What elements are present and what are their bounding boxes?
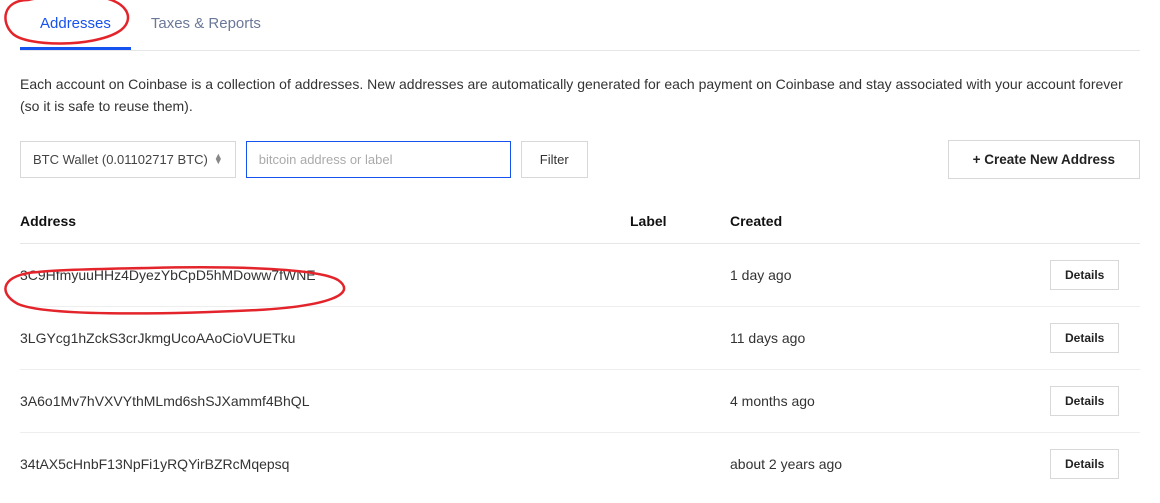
header-label: Label (630, 213, 730, 229)
table-header: Address Label Created (20, 199, 1140, 244)
create-address-button[interactable]: + Create New Address (948, 140, 1140, 179)
address-cell: 3A6o1Mv7hVXVYthMLmd6shSJXammf4BhQL (20, 393, 630, 409)
tab-taxes-reports[interactable]: Taxes & Reports (131, 0, 281, 50)
address-cell: 3C9HfmyuuHHz4DyezYbCpD5hMDoww7fWNE (20, 267, 630, 283)
filter-button[interactable]: Filter (521, 141, 588, 178)
address-cell: 3LGYcg1hZckS3crJkmgUcoAAoCioVUETku (20, 330, 630, 346)
header-created: Created (730, 213, 1050, 229)
details-button[interactable]: Details (1050, 260, 1119, 290)
wallet-select[interactable]: BTC Wallet (0.01102717 BTC) ▲▼ (20, 141, 236, 178)
created-cell: 4 months ago (730, 393, 1050, 409)
sort-arrows-icon: ▲▼ (214, 154, 223, 165)
controls-row: BTC Wallet (0.01102717 BTC) ▲▼ Filter + … (20, 140, 1140, 199)
address-cell: 34tAX5cHnbF13NpFi1yRQYirBZRcMqepsq (20, 456, 630, 472)
table-row: 34tAX5cHnbF13NpFi1yRQYirBZRcMqepsq about… (20, 433, 1140, 495)
tabs: Addresses Taxes & Reports (20, 0, 1140, 51)
search-input[interactable] (246, 141, 511, 178)
details-button[interactable]: Details (1050, 386, 1119, 416)
addresses-table: Address Label Created 3C9HfmyuuHHz4DyezY… (20, 199, 1140, 495)
created-cell: about 2 years ago (730, 456, 1050, 472)
details-button[interactable]: Details (1050, 323, 1119, 353)
description-text: Each account on Coinbase is a collection… (20, 51, 1140, 140)
table-row: 3C9HfmyuuHHz4DyezYbCpD5hMDoww7fWNE 1 day… (20, 244, 1140, 307)
table-row: 3A6o1Mv7hVXVYthMLmd6shSJXammf4BhQL 4 mon… (20, 370, 1140, 433)
details-button[interactable]: Details (1050, 449, 1119, 479)
created-cell: 1 day ago (730, 267, 1050, 283)
header-address: Address (20, 213, 630, 229)
wallet-select-label: BTC Wallet (0.01102717 BTC) (33, 152, 208, 167)
table-row: 3LGYcg1hZckS3crJkmgUcoAAoCioVUETku 11 da… (20, 307, 1140, 370)
tab-addresses[interactable]: Addresses (20, 0, 131, 50)
created-cell: 11 days ago (730, 330, 1050, 346)
